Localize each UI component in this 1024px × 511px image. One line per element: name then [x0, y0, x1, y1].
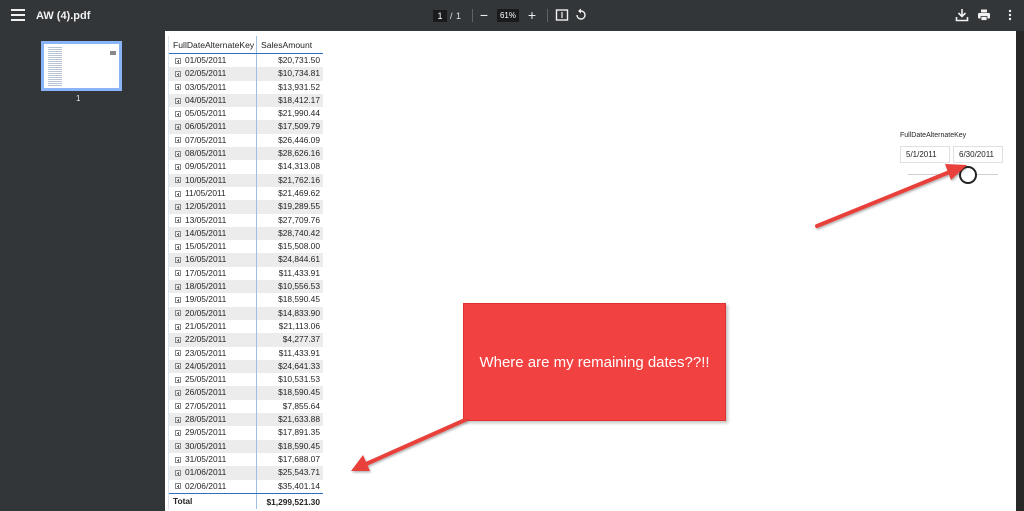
- arrow-to-slicer: [815, 164, 967, 228]
- arrow-to-table-end: [351, 418, 467, 471]
- annotation-arrows: [351, 164, 967, 471]
